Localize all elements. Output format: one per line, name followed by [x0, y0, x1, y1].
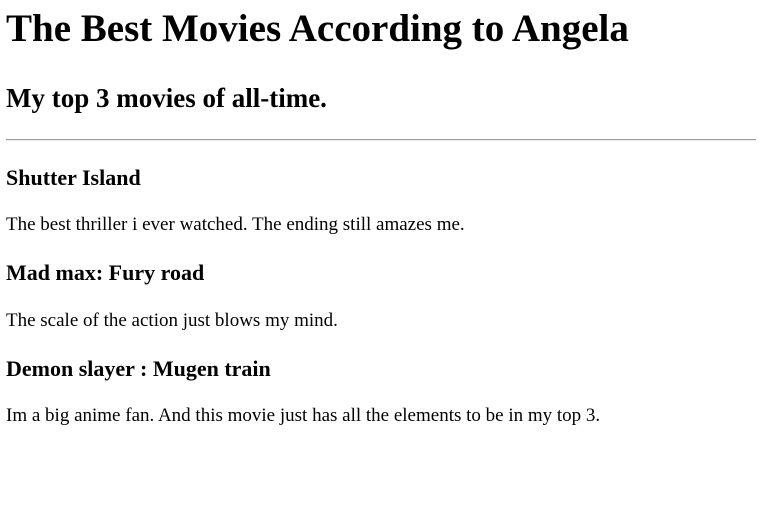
- movie-title: Shutter Island: [6, 165, 141, 190]
- divider: [6, 139, 756, 141]
- movie-list: Shutter Island The best thriller i ever …: [6, 166, 753, 427]
- movie-description: The scale of the action just blows my mi…: [6, 310, 338, 331]
- page-content: The Best Movies According to Angela My t…: [0, 0, 759, 427]
- page-subtitle: My top 3 movies of all-time.: [6, 83, 327, 113]
- movie-title: Demon slayer : Mugen train: [6, 356, 271, 381]
- movie-title: Mad max: Fury road: [6, 260, 205, 285]
- movie-description: The best thriller i ever watched. The en…: [6, 214, 465, 235]
- page-title: The Best Movies According to Angela: [6, 7, 629, 50]
- movie-description: Im a big anime fan. And this movie just …: [6, 405, 601, 426]
